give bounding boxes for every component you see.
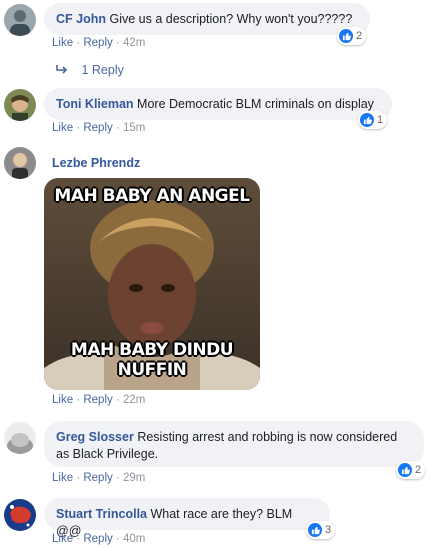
comment-time[interactable]: 42m bbox=[123, 37, 145, 49]
replies-count[interactable]: 1 Reply bbox=[81, 63, 123, 77]
like-link[interactable]: Like bbox=[52, 122, 73, 134]
avatar[interactable] bbox=[4, 89, 36, 121]
separator: · bbox=[76, 122, 81, 134]
like-thumb-icon bbox=[308, 523, 322, 537]
reply-link[interactable]: Reply bbox=[83, 533, 112, 545]
comment-bubble: Toni Klieman More Democratic BLM crimina… bbox=[44, 88, 392, 120]
comment-author[interactable]: Greg Slosser bbox=[56, 430, 134, 444]
reply-link[interactable]: Reply bbox=[83, 394, 112, 406]
reaction-number: 2 bbox=[356, 30, 363, 42]
separator: · bbox=[76, 37, 81, 49]
comment-actions: Like · Reply · 29m bbox=[52, 472, 145, 484]
comment-actions: Like · Reply · 40m bbox=[52, 533, 145, 545]
reaction-count[interactable]: 1 bbox=[358, 111, 388, 129]
meme-top-caption: MAH BABY AN ANGEL bbox=[54, 186, 250, 206]
reply-arrow-icon bbox=[56, 64, 68, 78]
avatar[interactable] bbox=[4, 499, 36, 531]
like-thumb-icon bbox=[360, 113, 374, 127]
separator: · bbox=[115, 394, 120, 406]
view-replies-link[interactable]: 1 Reply bbox=[56, 63, 124, 78]
reaction-count[interactable]: 3 bbox=[306, 521, 336, 539]
comment-actions: Like · Reply · 42m bbox=[52, 37, 145, 49]
comment-time[interactable]: 15m bbox=[123, 122, 145, 134]
comment-time[interactable]: 22m bbox=[123, 394, 145, 406]
reaction-number: 1 bbox=[377, 114, 384, 126]
avatar[interactable] bbox=[4, 147, 36, 179]
comment-author[interactable]: Stuart Trincolla bbox=[56, 507, 147, 521]
comment-text: More Democratic BLM criminals on display bbox=[137, 97, 374, 111]
comment-author[interactable]: CF John bbox=[56, 12, 106, 26]
separator: · bbox=[76, 472, 81, 484]
comment-bubble: Stuart Trincolla What race are they? BLM… bbox=[44, 498, 330, 538]
like-link[interactable]: Like bbox=[52, 37, 73, 49]
reply-link[interactable]: Reply bbox=[83, 472, 112, 484]
avatar[interactable] bbox=[4, 422, 36, 454]
like-link[interactable]: Like bbox=[52, 394, 73, 406]
separator: · bbox=[115, 533, 120, 545]
separator: · bbox=[115, 122, 120, 134]
like-link[interactable]: Like bbox=[52, 472, 73, 484]
reaction-count[interactable]: 2 bbox=[396, 461, 426, 479]
reply-link[interactable]: Reply bbox=[83, 122, 112, 134]
separator: · bbox=[76, 394, 81, 406]
separator: · bbox=[115, 37, 120, 49]
separator: · bbox=[76, 533, 81, 545]
comment-author[interactable]: Lezbe Phrendz bbox=[52, 156, 140, 170]
comment-text: Give us a description? Why won't you????… bbox=[109, 12, 353, 26]
comment-actions: Like · Reply · 15m bbox=[52, 122, 145, 134]
reaction-number: 2 bbox=[415, 464, 422, 476]
reaction-number: 3 bbox=[325, 524, 332, 536]
comment-bubble: Greg Slosser Resisting arrest and robbin… bbox=[44, 421, 424, 467]
like-thumb-icon bbox=[398, 463, 412, 477]
comment-bubble: CF John Give us a description? Why won't… bbox=[44, 3, 370, 35]
avatar[interactable] bbox=[4, 4, 36, 36]
comment-author[interactable]: Toni Klieman bbox=[56, 97, 134, 111]
meme-image[interactable]: MAH BABY AN ANGEL MAH BABY DINDU NUFFIN bbox=[44, 178, 260, 390]
separator: · bbox=[115, 472, 120, 484]
comment-time[interactable]: 29m bbox=[123, 472, 145, 484]
reaction-count[interactable]: 2 bbox=[337, 27, 367, 45]
like-thumb-icon bbox=[339, 29, 353, 43]
like-link[interactable]: Like bbox=[52, 533, 73, 545]
comment-time[interactable]: 40m bbox=[123, 533, 145, 545]
reply-link[interactable]: Reply bbox=[83, 37, 112, 49]
comment-actions: Like · Reply · 22m bbox=[52, 394, 145, 406]
meme-bottom-caption: MAH BABY DINDU NUFFIN bbox=[70, 340, 234, 380]
